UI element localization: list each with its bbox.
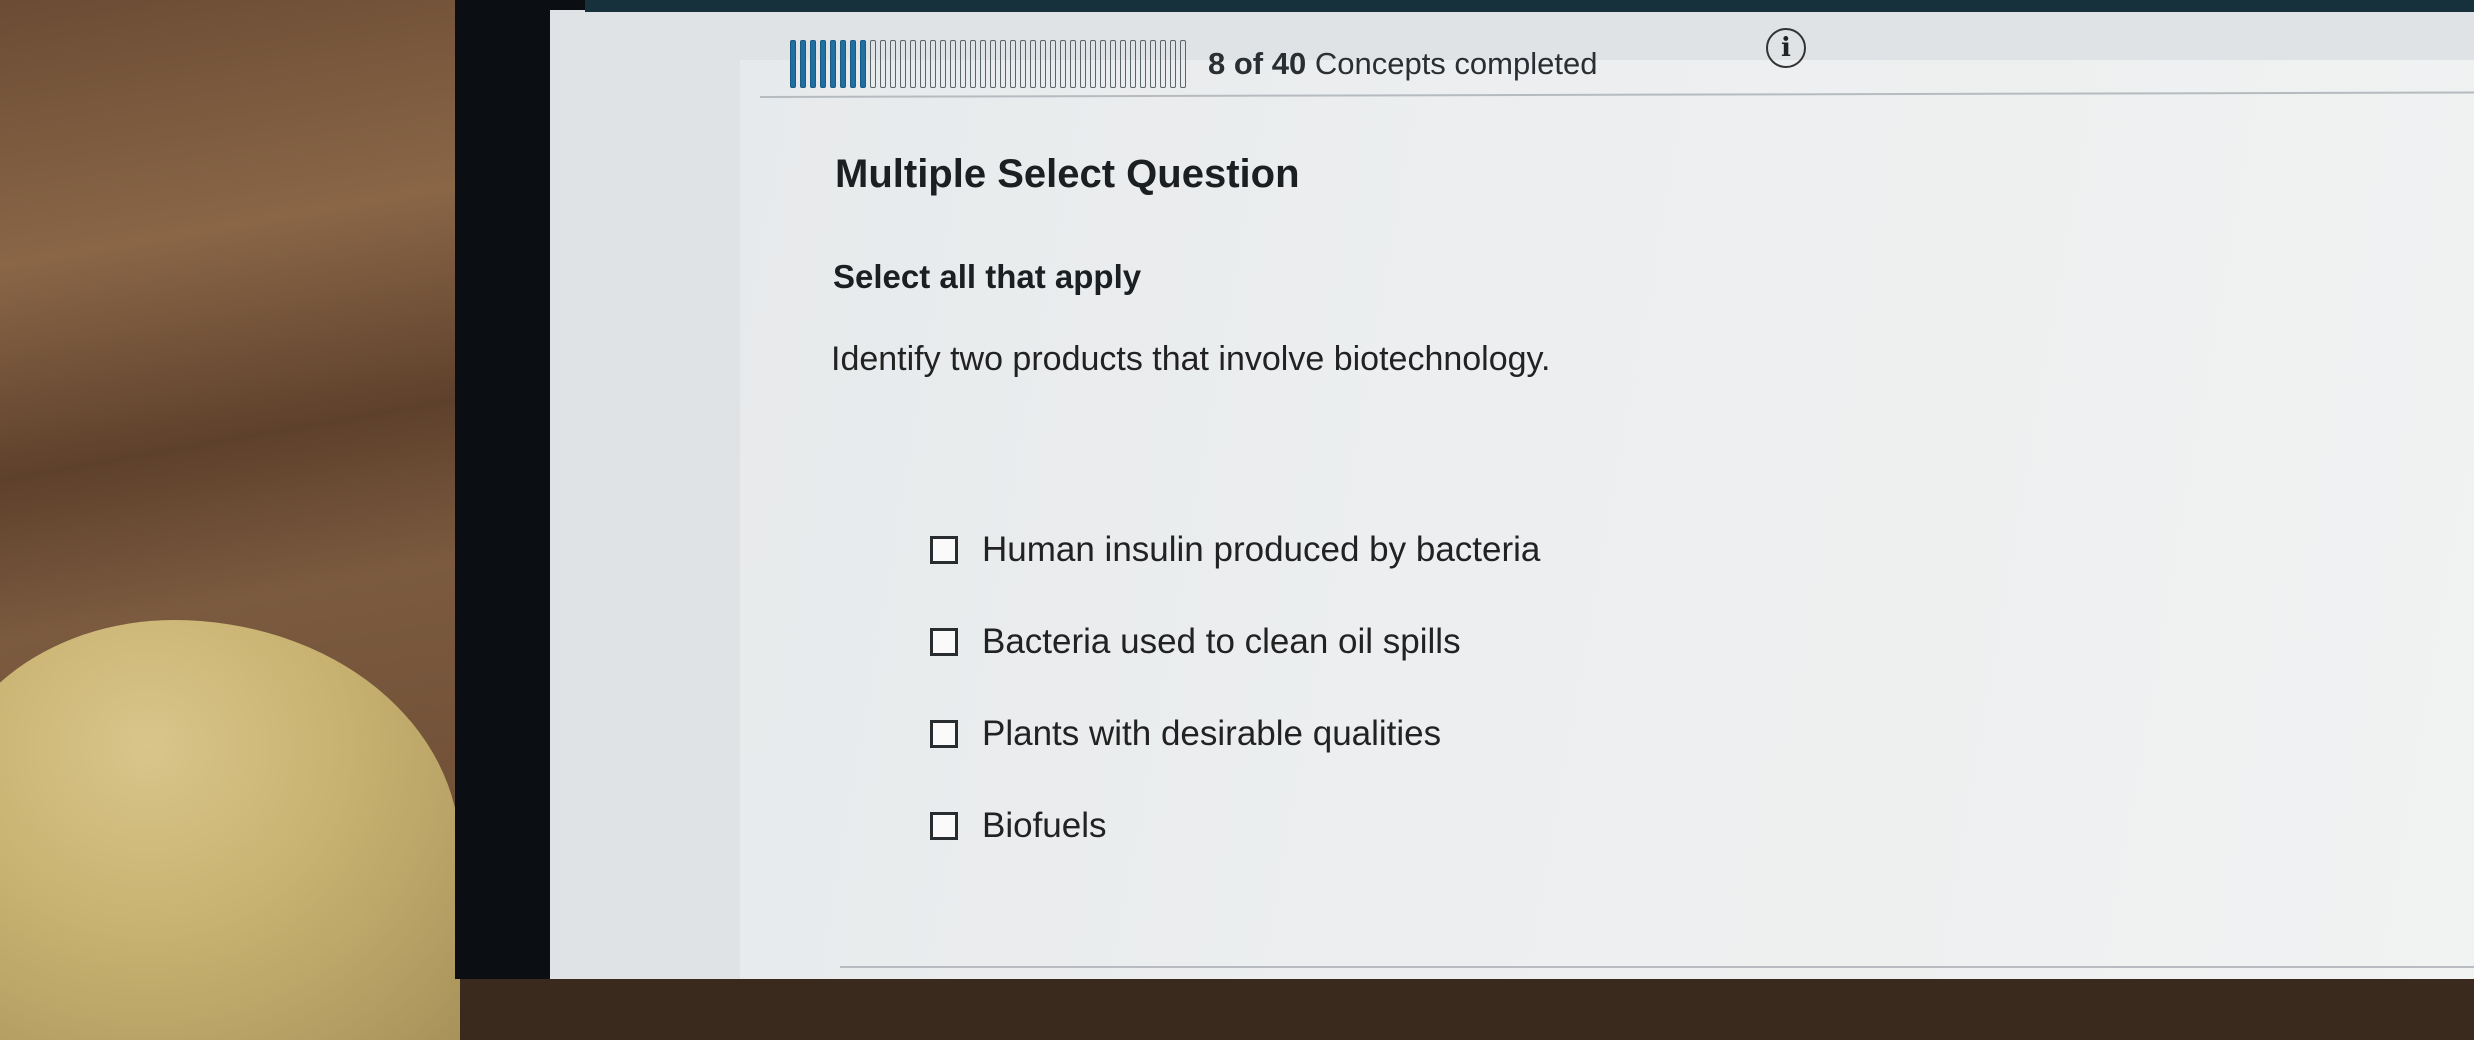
question-prompt: Identify two products that involve biote…: [831, 340, 1551, 378]
footer-divider: [840, 966, 2474, 968]
checkbox[interactable]: [930, 536, 958, 564]
info-icon[interactable]: i: [1766, 28, 1806, 68]
progress-segment: [1000, 40, 1006, 88]
progress-segment-complete: [850, 40, 856, 88]
question-instruction: Select all that apply: [833, 258, 1142, 295]
question-type-heading: Multiple Select Question: [835, 152, 1300, 196]
progress-segment-complete: [830, 40, 836, 88]
concept-progress: 8 of 40 Concepts completed: [790, 38, 1597, 90]
progress-segment: [1010, 40, 1016, 88]
progress-bar: [790, 39, 1186, 89]
checkbox[interactable]: [930, 720, 958, 748]
answer-option-label: Plants with desirable qualities: [982, 714, 1442, 753]
progress-segment: [880, 40, 886, 88]
progress-segment: [870, 40, 876, 88]
progress-segment: [1120, 40, 1126, 88]
checkbox[interactable]: [930, 812, 958, 840]
progress-segment: [930, 40, 936, 88]
progress-segment-complete: [790, 40, 796, 88]
progress-count: 8 of 40: [1208, 46, 1307, 81]
progress-segment: [1040, 40, 1046, 88]
screen-top-bar: [585, 0, 2474, 12]
progress-segment: [1140, 40, 1146, 88]
progress-segment: [1080, 40, 1086, 88]
answer-option[interactable]: Plants with desirable qualities: [930, 704, 1540, 764]
progress-segment: [1110, 40, 1116, 88]
progress-segment: [950, 40, 956, 88]
answer-option[interactable]: Bacteria used to clean oil spills: [930, 612, 1540, 672]
answer-option-label: Bacteria used to clean oil spills: [982, 622, 1461, 661]
progress-segment: [990, 40, 996, 88]
answer-option[interactable]: Human insulin produced by bacteria: [930, 520, 1540, 580]
checkbox[interactable]: [930, 628, 958, 656]
progress-segment: [940, 40, 946, 88]
answer-option-label: Biofuels: [982, 806, 1107, 845]
progress-segment: [1060, 40, 1066, 88]
progress-segment: [1030, 40, 1036, 88]
answer-options: Human insulin produced by bacteria Bacte…: [930, 520, 1540, 888]
progress-segment: [1180, 40, 1186, 88]
progress-segment-complete: [800, 40, 806, 88]
progress-segment-complete: [810, 40, 816, 88]
progress-segment: [1050, 40, 1056, 88]
progress-segment-complete: [840, 40, 846, 88]
progress-segment: [1020, 40, 1026, 88]
answer-option-label: Human insulin produced by bacteria: [982, 530, 1541, 569]
progress-segment: [900, 40, 906, 88]
progress-text: 8 of 40 Concepts completed: [1208, 46, 1597, 82]
progress-segment: [1170, 40, 1176, 88]
progress-segment: [960, 40, 966, 88]
progress-segment: [1130, 40, 1136, 88]
progress-segment: [1150, 40, 1156, 88]
progress-segment: [1160, 40, 1166, 88]
answer-option[interactable]: Biofuels: [930, 796, 1540, 856]
progress-segment: [980, 40, 986, 88]
progress-segment-complete: [820, 40, 826, 88]
progress-segment: [1100, 40, 1106, 88]
progress-label: Concepts completed: [1314, 46, 1598, 81]
progress-segment: [890, 40, 896, 88]
progress-segment-complete: [860, 40, 866, 88]
progress-segment: [920, 40, 926, 88]
progress-segment: [910, 40, 916, 88]
progress-segment: [970, 40, 976, 88]
progress-segment: [1090, 40, 1096, 88]
progress-segment: [1070, 40, 1076, 88]
